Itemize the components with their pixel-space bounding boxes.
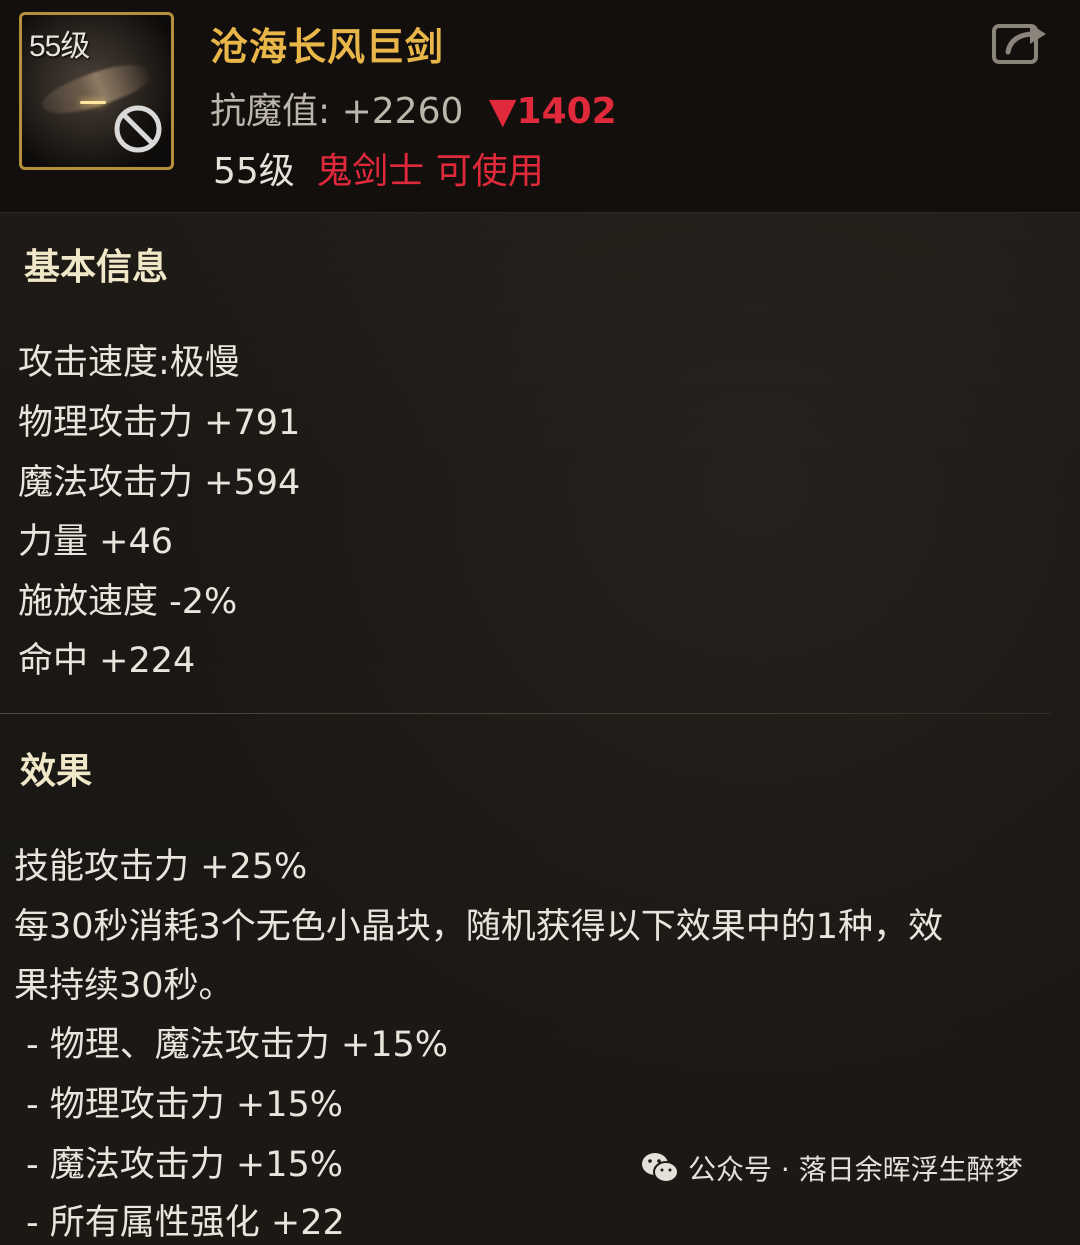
required-level: 55级 [213,151,295,192]
effect-option: - 物理、魔法攻击力 +15% [26,1025,449,1065]
requirement-row: 55级 鬼剑士 可使用 [213,142,544,194]
item-header: 55级 沧海长风巨剑 抗魔值: +2260 ▼1402 55级 鬼剑士 可使用 [0,0,1080,213]
basic-info-title: 基本信息 [24,247,169,288]
wechat-icon [642,1153,679,1183]
magic-resist-label: 抗魔值: [210,91,331,132]
sparkle-effect [80,101,106,104]
stat-physical-attack: 物理攻击力 +791 [18,403,301,443]
item-icon: 55级 [19,12,174,170]
effect-line: 果持续30秒。 [14,966,234,1006]
stat-strength: 力量 +46 [18,522,173,562]
ban-icon [114,105,162,153]
magic-resist-row: 抗魔值: +2260 ▼1402 [210,82,617,134]
stat-hit: 命中 +224 [18,641,196,681]
watermark-text: 公众号 · 落日余晖浮生醉梦 [688,1153,1023,1186]
effect-line: 每30秒消耗3个无色小晶块，随机获得以下效果中的1种，效 [14,907,944,947]
effect-option: - 魔法攻击力 +15% [26,1145,343,1185]
effect-line: 技能攻击力 +25% [14,847,308,887]
share-icon[interactable] [990,18,1050,66]
magic-resist-diff: ▼1402 [488,91,617,132]
effects-title: 效果 [20,751,93,792]
effect-option: - 物理攻击力 +15% [26,1085,343,1125]
required-class: 鬼剑士 可使用 [316,151,544,192]
stat-cast-speed: 施放速度 -2% [18,582,238,622]
item-name: 沧海长风巨剑 [210,25,445,69]
magic-resist-value: +2260 [341,91,464,132]
watermark: 公众号 · 落日余晖浮生醉梦 [640,1148,1023,1188]
section-divider [0,713,1050,714]
item-tooltip: 55级 沧海长风巨剑 抗魔值: +2260 ▼1402 55级 鬼剑士 可使用 … [0,0,1080,1243]
effect-option: - 所有属性强化 +22 [26,1203,345,1243]
stat-attack-speed: 攻击速度:极慢 [18,343,240,383]
stat-magic-attack: 魔法攻击力 +594 [18,463,301,503]
item-level-badge: 55级 [29,30,90,63]
